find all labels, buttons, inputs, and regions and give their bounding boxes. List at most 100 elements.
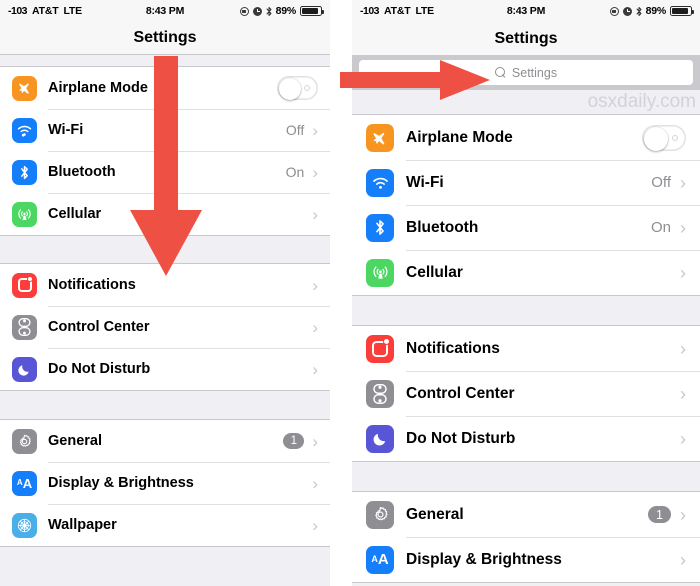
notifications-icon xyxy=(366,334,394,363)
carrier-name: AT&T xyxy=(384,5,411,17)
site-watermark: osxdaily.com xyxy=(587,91,696,112)
chevron-right-icon: › xyxy=(680,262,686,283)
battery-percent-label: 89% xyxy=(645,5,667,17)
nav-bar-left: Settings xyxy=(0,22,330,55)
list-item[interactable]: Notifications › xyxy=(352,326,700,371)
cellular-icon xyxy=(12,201,37,227)
airplane-icon xyxy=(12,75,37,101)
signal-strength-value: -103 xyxy=(360,5,380,17)
network-type: LTE xyxy=(415,5,434,17)
bluetooth-icon xyxy=(636,6,642,17)
list-item[interactable]: General 1 › xyxy=(352,492,700,537)
nav-bar-right: Settings xyxy=(352,22,700,55)
list-item[interactable]: Bluetooth On › xyxy=(352,205,700,250)
list-item-label: Notifications xyxy=(48,277,136,293)
list-item-label: Wi-Fi xyxy=(48,122,84,138)
list-item[interactable]: Airplane Mode xyxy=(352,115,700,160)
moon-icon xyxy=(12,356,37,382)
settings-group-connectivity: Airplane Mode Wi-Fi Off › Bluetooth On ›… xyxy=(352,114,700,296)
section-gap xyxy=(0,236,330,263)
list-item-label: Control Center xyxy=(406,384,515,402)
settings-group-system: General 1 › AA Display & Brightness › xyxy=(352,491,700,583)
bluetooth-icon xyxy=(366,213,394,242)
bluetooth-icon xyxy=(266,6,272,17)
airplane-icon xyxy=(366,123,394,152)
bluetooth-icon xyxy=(12,159,37,185)
airplane-mode-toggle[interactable] xyxy=(277,76,318,100)
chevron-right-icon: › xyxy=(312,162,318,182)
wifi-icon xyxy=(366,168,394,197)
gear-icon xyxy=(366,500,394,529)
list-item[interactable]: Bluetooth On › xyxy=(0,151,330,193)
list-item[interactable]: Wallpaper › xyxy=(0,504,330,546)
list-item[interactable]: Control Center › xyxy=(352,371,700,416)
battery-icon xyxy=(300,6,325,16)
chevron-right-icon: › xyxy=(312,275,318,295)
list-item[interactable]: Cellular › xyxy=(0,193,330,235)
battery-percent-label: 89% xyxy=(275,5,297,17)
status-bar-carrier-group: -103 AT&T LTE xyxy=(360,5,434,17)
status-bar-right: -103 AT&T LTE 8:43 PM 89% xyxy=(352,0,700,22)
alarm-clock-icon xyxy=(252,6,262,16)
list-item-label: Display & Brightness xyxy=(48,475,194,491)
list-item[interactable]: Wi-Fi Off › xyxy=(352,160,700,205)
signal-strength-value: -103 xyxy=(8,5,28,17)
search-input[interactable]: Settings xyxy=(359,60,693,85)
list-item-label: Display & Brightness xyxy=(406,550,562,568)
list-item-label: Notifications xyxy=(406,339,500,357)
wallpaper-icon xyxy=(12,512,37,538)
section-gap: osxdaily.com xyxy=(352,90,700,114)
settings-group-connectivity: Airplane Mode Wi-Fi Off › Bluetooth On ›… xyxy=(0,66,330,236)
chevron-right-icon: › xyxy=(312,515,318,535)
list-item-value: Off xyxy=(651,174,671,191)
wifi-icon xyxy=(12,117,37,143)
search-icon xyxy=(494,67,506,78)
list-item[interactable]: AA Display & Brightness › xyxy=(352,537,700,582)
list-item[interactable]: Cellular › xyxy=(352,250,700,295)
notifications-icon xyxy=(12,272,37,298)
page-title: Settings xyxy=(133,29,197,46)
moon-icon xyxy=(366,424,394,453)
settings-group-alerts: Notifications › Control Center › Do Not … xyxy=(0,263,330,391)
lock-rotation-icon xyxy=(609,6,619,16)
list-item[interactable]: Do Not Disturb › xyxy=(0,348,330,390)
list-item[interactable]: Control Center › xyxy=(0,306,330,348)
list-item-label: Cellular xyxy=(406,263,463,281)
chevron-right-icon: › xyxy=(680,217,686,238)
battery-icon xyxy=(670,6,695,16)
list-item[interactable]: Wi-Fi Off › xyxy=(0,109,330,151)
section-gap xyxy=(352,462,700,491)
list-item-label: Control Center xyxy=(48,319,150,335)
list-item-label: Wallpaper xyxy=(48,517,117,533)
chevron-right-icon: › xyxy=(680,428,686,449)
list-item-value: On xyxy=(285,164,305,180)
status-badge: 1 xyxy=(283,433,305,449)
control-center-icon xyxy=(12,314,37,340)
lock-rotation-icon xyxy=(239,6,249,16)
list-item-label: Do Not Disturb xyxy=(48,361,151,377)
chevron-right-icon: › xyxy=(680,504,686,525)
chevron-right-icon: › xyxy=(680,338,686,359)
list-item[interactable]: General 1 › xyxy=(0,420,330,462)
list-item[interactable]: Airplane Mode xyxy=(0,67,330,109)
control-center-icon xyxy=(366,379,394,408)
list-item-label: Bluetooth xyxy=(48,164,116,180)
section-gap xyxy=(0,55,330,66)
list-item-value: On xyxy=(650,219,671,236)
list-item-label: Wi-Fi xyxy=(406,173,444,191)
chevron-right-icon: › xyxy=(312,120,318,140)
display-brightness-icon: AA xyxy=(366,545,394,574)
list-item-label: Cellular xyxy=(48,206,102,222)
chevron-right-icon: › xyxy=(680,549,686,570)
list-item[interactable]: AA Display & Brightness › xyxy=(0,462,330,504)
airplane-mode-toggle[interactable] xyxy=(642,124,686,151)
chevron-right-icon: › xyxy=(312,317,318,337)
list-item-label: Airplane Mode xyxy=(48,80,148,96)
chevron-right-icon: › xyxy=(312,431,318,451)
chevron-right-icon: › xyxy=(312,204,318,224)
list-item[interactable]: Notifications › xyxy=(0,264,330,306)
list-item[interactable]: Do Not Disturb › xyxy=(352,416,700,461)
chevron-right-icon: › xyxy=(312,473,318,493)
list-item-label: General xyxy=(406,505,464,523)
list-item-value: Off xyxy=(285,122,305,138)
